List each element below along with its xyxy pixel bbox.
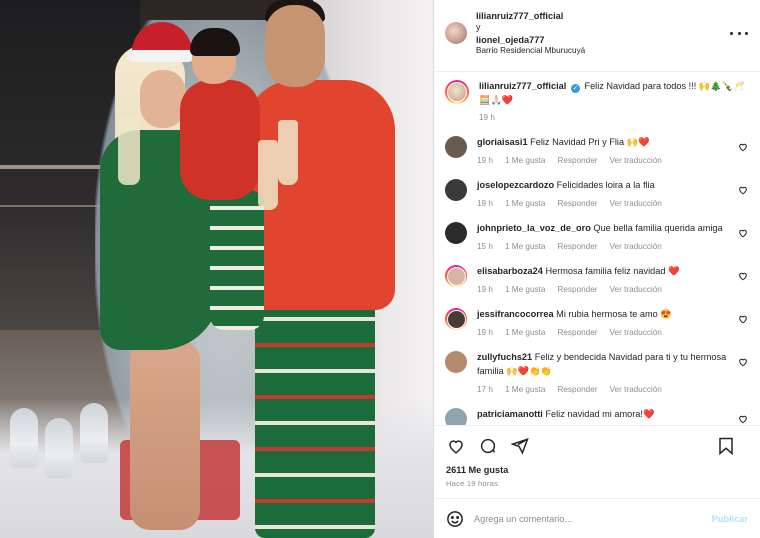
comment-like-heart-icon[interactable] [738, 271, 748, 281]
location-link[interactable]: Barrio Residencial Mburucuyá [476, 46, 585, 57]
comment-item: elisabarboza24 Hermosa familia feliz nav… [445, 265, 748, 296]
comment-text: Hermosa familia feliz navidad ❤️ [545, 266, 680, 277]
commenter-avatar[interactable] [445, 351, 467, 374]
comment-like-heart-icon[interactable] [738, 357, 748, 367]
comment-likes[interactable]: 1 Me gusta [505, 241, 546, 253]
post-actions [434, 425, 760, 465]
reply-button[interactable]: Responder [557, 198, 597, 210]
comment-likes[interactable]: 1 Me gusta [505, 284, 546, 296]
commenter-username[interactable]: patriciamanotti [477, 409, 543, 419]
see-translation-link[interactable]: Ver traducción [610, 241, 662, 253]
comment-input[interactable] [474, 513, 712, 524]
caption-time: 19 h [479, 112, 495, 122]
gnome-decoration [45, 418, 73, 478]
comment-like-heart-icon[interactable] [738, 314, 748, 324]
child-figure [180, 80, 260, 200]
more-options-icon[interactable] [730, 26, 748, 40]
commenter-username[interactable]: zullyfuchs21 [477, 352, 532, 362]
comment-likes[interactable]: 1 Me gusta [505, 384, 546, 396]
comment-text: Mi rubia hermosa te amo 😍 [556, 309, 672, 320]
comment-text: Que bella familia querida amiga [593, 223, 723, 234]
reply-button[interactable]: Responder [557, 155, 597, 167]
see-translation-link[interactable]: Ver traducción [610, 198, 662, 210]
comment-text: Feliz Navidad Pri y Flia 🙌❤️ [530, 136, 650, 147]
publish-button[interactable]: Publicar [712, 514, 748, 524]
likes-count[interactable]: 2611 Me gusta [434, 465, 760, 475]
champagne-glass [278, 120, 298, 185]
and-text: y [476, 22, 481, 33]
comment-text: Felicidades loira a la flia [556, 179, 655, 190]
caption-username[interactable]: lilianruiz777_official [479, 81, 566, 91]
comment-time: 19 h [477, 284, 493, 294]
comment-likes[interactable]: 1 Me gusta [505, 198, 546, 210]
commenter-username[interactable]: gloriaisasi1 [477, 137, 528, 147]
coauthor-username-link[interactable]: lionel_ojeda777 [476, 34, 585, 46]
comment-time: 19 h [477, 155, 493, 165]
share-icon[interactable] [510, 436, 530, 456]
gnome-decoration [80, 403, 108, 463]
post-photo[interactable] [0, 0, 433, 538]
commenter-avatar[interactable] [445, 135, 467, 158]
commenter-username[interactable]: joselopezcardozo [477, 180, 554, 190]
comment-item: joselopezcardozo Felicidades loira a la … [445, 178, 748, 210]
commenter-username[interactable]: jessifrancocorrea [477, 309, 554, 319]
comment-item: patriciamanotti Feliz navidad mi amora!❤… [445, 408, 748, 425]
commenter-avatar[interactable] [445, 265, 467, 288]
see-translation-link[interactable]: Ver traducción [610, 284, 662, 296]
comment-text: Feliz navidad mi amora!❤️ [545, 409, 655, 420]
instagram-post-view: lilianruiz777_official y lionel_ojeda777… [0, 0, 760, 538]
comment-like-heart-icon[interactable] [738, 228, 748, 238]
comment-like-heart-icon[interactable] [738, 414, 748, 424]
comment-likes[interactable]: 1 Me gusta [505, 155, 546, 167]
comment-icon[interactable] [478, 436, 498, 456]
commenter-avatar[interactable] [445, 408, 467, 425]
save-bookmark-icon[interactable] [716, 436, 736, 456]
comment-time: 17 h [477, 384, 493, 394]
commenter-avatar[interactable] [445, 308, 467, 331]
author-avatar[interactable] [445, 22, 467, 44]
reply-button[interactable]: Responder [557, 284, 597, 296]
commenter-avatar[interactable] [445, 178, 467, 201]
see-translation-link[interactable]: Ver traducción [610, 327, 662, 339]
post-side-panel: lilianruiz777_official y lionel_ojeda777… [433, 0, 760, 538]
comment-like-heart-icon[interactable] [738, 142, 748, 152]
post-header: lilianruiz777_official y lionel_ojeda777… [434, 0, 760, 72]
caption-avatar[interactable] [445, 80, 469, 104]
comment-likes[interactable]: 1 Me gusta [505, 327, 546, 339]
see-translation-link[interactable]: Ver traducción [610, 155, 662, 167]
comment-item: zullyfuchs21 Feliz y bendecida Navidad p… [445, 351, 748, 396]
champagne-glass [118, 115, 140, 185]
post-caption: lilianruiz777_official ✓ Feliz Navidad p… [445, 80, 748, 124]
comment-item: johnprieto_la_voz_de_oro Que bella famil… [445, 222, 748, 253]
reply-button[interactable]: Responder [557, 327, 597, 339]
comments-list[interactable]: lilianruiz777_official ✓ Feliz Navidad p… [434, 72, 760, 425]
commenter-username[interactable]: elisabarboza24 [477, 266, 543, 276]
see-translation-link[interactable]: Ver traducción [610, 384, 662, 396]
commenter-avatar[interactable] [445, 222, 467, 245]
emoji-icon[interactable] [446, 510, 464, 528]
like-heart-icon[interactable] [446, 436, 466, 456]
reply-button[interactable]: Responder [557, 241, 597, 253]
comment-time: 19 h [477, 198, 493, 208]
reply-button[interactable]: Responder [557, 384, 597, 396]
champagne-glass [258, 140, 278, 210]
gnome-decoration [10, 408, 38, 468]
commenter-username[interactable]: johnprieto_la_voz_de_oro [477, 223, 591, 233]
comment-item: jessifrancocorrea Mi rubia hermosa te am… [445, 308, 748, 339]
comment-item: gloriaisasi1 Feliz Navidad Pri y Flia 🙌❤… [445, 135, 748, 167]
verified-badge-icon: ✓ [570, 84, 580, 93]
author-username-link[interactable]: lilianruiz777_official [476, 10, 585, 22]
comment-time: 19 h [477, 328, 493, 338]
posted-time: Hace 19 horas [446, 479, 498, 488]
comment-like-heart-icon[interactable] [738, 185, 748, 195]
add-comment-bar: Publicar [434, 498, 760, 538]
comment-time: 15 h [477, 241, 493, 251]
